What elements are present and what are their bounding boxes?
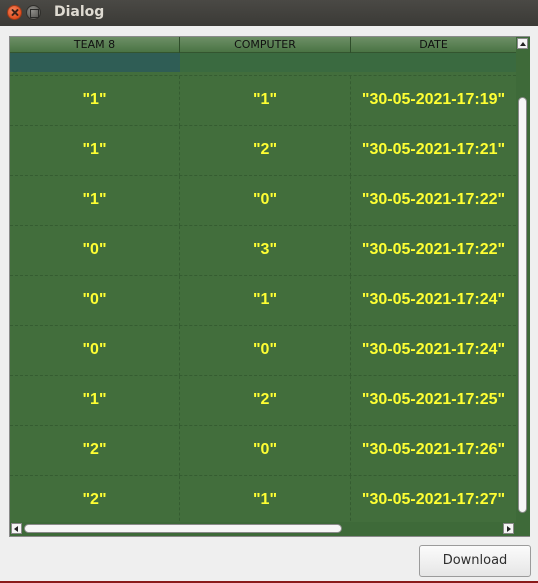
table-cell[interactable]: "30-05-2021-17:19" (351, 76, 516, 126)
column-header-date[interactable]: DATE (351, 37, 516, 53)
table-row[interactable]: "2" "1" "30-05-2021-17:27" (10, 475, 516, 522)
table-cell[interactable]: "0" (180, 326, 351, 376)
scroll-up-icon[interactable] (517, 38, 528, 49)
table-row[interactable]: "0" "0" "30-05-2021-17:24" (10, 325, 516, 376)
table-row[interactable]: "1" "0" "30-05-2021-17:22" (10, 175, 516, 226)
table-cell[interactable]: "1" (10, 176, 180, 226)
scrollbar-corner (516, 522, 530, 536)
table-cell[interactable]: "30-05-2021-17:24" (351, 326, 516, 376)
table-cell[interactable]: "30-05-2021-17:26" (351, 426, 516, 476)
table-cell[interactable] (180, 53, 351, 72)
title-bar: Dialog (0, 0, 538, 26)
table-cell[interactable]: "0" (10, 226, 180, 276)
scroll-right-icon[interactable] (503, 523, 514, 534)
table-cell[interactable]: "30-05-2021-17:22" (351, 176, 516, 226)
vertical-scrollbar[interactable] (516, 37, 530, 522)
download-button[interactable]: Download (419, 545, 531, 577)
table-row[interactable]: "1" "2" "30-05-2021-17:25" (10, 375, 516, 426)
partial-row[interactable] (10, 53, 516, 72)
table-cell[interactable] (351, 53, 516, 72)
table-cell[interactable]: "0" (180, 176, 351, 226)
column-header-computer[interactable]: COMPUTER (180, 37, 351, 53)
table-cell[interactable]: "0" (180, 426, 351, 476)
table-row[interactable]: "1" "2" "30-05-2021-17:21" (10, 125, 516, 176)
column-header-team[interactable]: TEAM 8 (10, 37, 180, 53)
table-body: "1" "1" "30-05-2021-17:19" "1" "2" "30-05-202… (10, 53, 516, 522)
table-cell[interactable]: "3" (180, 226, 351, 276)
table-cell[interactable]: "30-05-2021-17:25" (351, 376, 516, 426)
selected-cell[interactable] (10, 53, 180, 72)
table-row[interactable]: "2" "0" "30-05-2021-17:26" (10, 425, 516, 476)
window-title: Dialog (54, 4, 105, 20)
horizontal-scrollbar[interactable] (10, 522, 516, 536)
table-cell[interactable]: "0" (10, 276, 180, 326)
results-table[interactable]: TEAM 8 COMPUTER DATE "1" "1" "30-05-2021-1… (9, 36, 530, 537)
table-cell[interactable]: "1" (180, 476, 351, 522)
table-cell[interactable]: "30-05-2021-17:22" (351, 226, 516, 276)
table-cell[interactable]: "1" (10, 76, 180, 126)
table-cell[interactable]: "1" (10, 126, 180, 176)
minimize-icon[interactable] (26, 5, 41, 20)
scroll-left-icon[interactable] (11, 523, 22, 534)
table-cell[interactable]: "30-05-2021-17:21" (351, 126, 516, 176)
table-row[interactable]: "1" "1" "30-05-2021-17:19" (10, 75, 516, 126)
table-cell[interactable]: "2" (180, 376, 351, 426)
table-cell[interactable]: "30-05-2021-17:27" (351, 476, 516, 522)
dialog-window: Dialog TEAM 8 COMPUTER DATE "1" "1" "30-05… (0, 0, 538, 583)
table-cell[interactable]: "1" (180, 276, 351, 326)
table-cell[interactable]: "0" (10, 326, 180, 376)
table-cell[interactable]: "1" (10, 376, 180, 426)
table-cell[interactable]: "1" (180, 76, 351, 126)
table-header: TEAM 8 COMPUTER DATE (10, 37, 516, 53)
table-cell[interactable]: "2" (10, 426, 180, 476)
table-cell[interactable]: "30-05-2021-17:24" (351, 276, 516, 326)
vertical-scroll-thumb[interactable] (518, 97, 527, 513)
table-cell[interactable]: "2" (10, 476, 180, 522)
table-row[interactable]: "0" "3" "30-05-2021-17:22" (10, 225, 516, 276)
table-row[interactable]: "0" "1" "30-05-2021-17:24" (10, 275, 516, 326)
horizontal-scroll-thumb[interactable] (24, 524, 342, 533)
table-cell[interactable]: "2" (180, 126, 351, 176)
close-icon[interactable] (7, 5, 22, 20)
